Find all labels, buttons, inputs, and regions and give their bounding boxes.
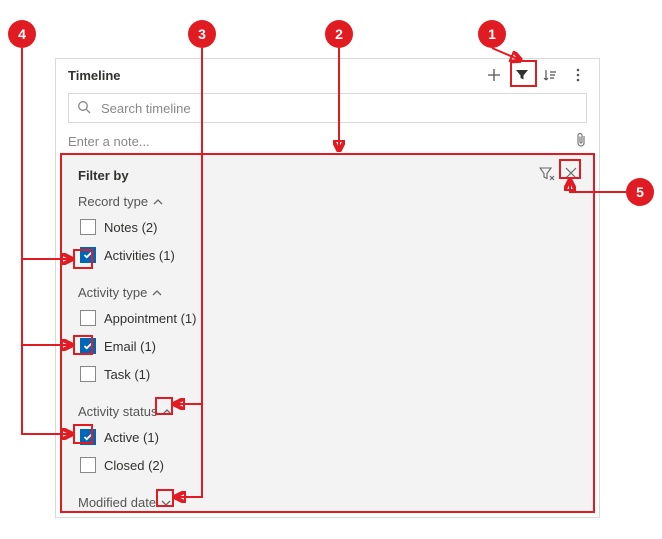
group-label: Modified date (78, 495, 156, 510)
callout-badge-1: 1 (478, 20, 506, 48)
filter-option-email[interactable]: Email (1) (78, 332, 577, 360)
filter-option-notes[interactable]: Notes (2) (78, 213, 577, 241)
group-label: Activity type (78, 285, 147, 300)
chevron-up-icon (161, 406, 173, 418)
group-label: Record type (78, 194, 148, 209)
group-header-record-type[interactable]: Record type (78, 194, 577, 209)
callout-badge-4: 4 (8, 20, 36, 48)
header-actions (481, 62, 591, 88)
filter-panel-title: Filter by (78, 168, 129, 183)
option-label: Task (1) (104, 367, 150, 382)
filter-panel-header: Filter by (78, 167, 577, 184)
checkbox[interactable] (80, 247, 96, 263)
chevron-up-icon (151, 287, 163, 299)
option-label: Activities (1) (104, 248, 175, 263)
group-header-modified-date[interactable]: Modified date (78, 495, 577, 510)
sort-icon[interactable] (537, 62, 563, 88)
timeline-card: Timeline Enter a note... (55, 58, 600, 518)
note-row[interactable]: Enter a note... (56, 127, 599, 155)
callout-badge-5: 5 (626, 178, 654, 206)
option-label: Notes (2) (104, 220, 157, 235)
filter-option-activities[interactable]: Activities (1) (78, 241, 577, 269)
checkbox[interactable] (80, 219, 96, 235)
group-header-activity-status[interactable]: Activity status (78, 404, 577, 419)
callout-badge-3: 3 (188, 20, 216, 48)
filter-option-closed[interactable]: Closed (2) (78, 451, 577, 479)
group-label: Activity status (78, 404, 157, 419)
clear-filters-icon[interactable] (539, 167, 555, 184)
callout-badge-2: 2 (325, 20, 353, 48)
option-label: Closed (2) (104, 458, 164, 473)
search-icon (77, 100, 91, 117)
option-label: Appointment (1) (104, 311, 197, 326)
option-label: Active (1) (104, 430, 159, 445)
more-icon[interactable] (565, 62, 591, 88)
chevron-up-icon (152, 196, 164, 208)
search-bar[interactable] (68, 93, 587, 123)
timeline-header: Timeline (56, 59, 599, 91)
filter-panel: Filter by Record type Notes (2) Activiti… (60, 153, 595, 513)
checkbox[interactable] (80, 366, 96, 382)
close-icon[interactable] (565, 167, 577, 184)
checkbox[interactable] (80, 429, 96, 445)
group-header-activity-type[interactable]: Activity type (78, 285, 577, 300)
search-input[interactable] (99, 100, 578, 117)
timeline-title: Timeline (68, 68, 481, 83)
chevron-down-icon (160, 497, 172, 509)
filter-icon[interactable] (509, 62, 535, 88)
checkbox[interactable] (80, 338, 96, 354)
add-icon[interactable] (481, 62, 507, 88)
note-placeholder: Enter a note... (68, 134, 150, 149)
attachment-icon[interactable] (575, 132, 587, 151)
option-label: Email (1) (104, 339, 156, 354)
checkbox[interactable] (80, 310, 96, 326)
filter-option-task[interactable]: Task (1) (78, 360, 577, 388)
checkbox[interactable] (80, 457, 96, 473)
filter-option-active[interactable]: Active (1) (78, 423, 577, 451)
filter-option-appointment[interactable]: Appointment (1) (78, 304, 577, 332)
